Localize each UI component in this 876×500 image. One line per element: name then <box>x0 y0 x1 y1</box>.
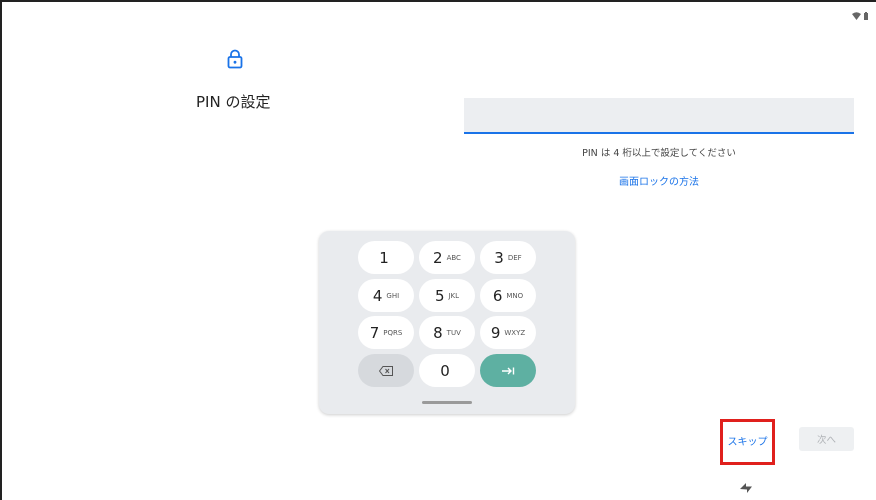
key-3[interactable]: 3 DEF <box>480 241 536 274</box>
key-1[interactable]: 1 <box>358 241 414 274</box>
key-7[interactable]: 7 PQRS <box>358 316 414 349</box>
pin-hint: PIN は 4 桁以上で設定してください <box>582 148 736 159</box>
key-0[interactable]: 0 <box>419 354 475 387</box>
page-title: PIN の設定 <box>196 93 271 111</box>
tab-arrow-icon <box>502 367 515 374</box>
wifi-icon <box>852 12 861 20</box>
key-2[interactable]: 2 ABC <box>419 241 475 274</box>
key-4[interactable]: 4 GHI <box>358 279 414 312</box>
next-button[interactable]: 次へ <box>799 427 854 451</box>
numeric-keypad: 1 2 ABC 3 DEF 4 GHI 5 JKL 6 MNO 7 PQRS 8 TUV 9W… <box>319 231 575 414</box>
lock-icon <box>227 49 243 69</box>
pin-input[interactable] <box>464 98 854 134</box>
keyboard-handle[interactable] <box>422 401 472 404</box>
status-bar <box>852 12 868 20</box>
skip-button[interactable]: スキップ <box>720 433 775 448</box>
key-6[interactable]: 6 MNO <box>480 279 536 312</box>
navigation-chevron-icon[interactable] <box>739 480 753 494</box>
screen-lock-help-link[interactable]: 画面ロックの方法 <box>464 173 854 188</box>
battery-icon <box>864 12 868 20</box>
delete-key[interactable] <box>358 354 414 387</box>
key-8[interactable]: 8 TUV <box>419 316 475 349</box>
enter-key[interactable] <box>480 354 536 387</box>
backspace-icon <box>379 365 393 376</box>
key-9[interactable]: 9 WXYZ <box>480 316 536 349</box>
key-5[interactable]: 5 JKL <box>419 279 475 312</box>
